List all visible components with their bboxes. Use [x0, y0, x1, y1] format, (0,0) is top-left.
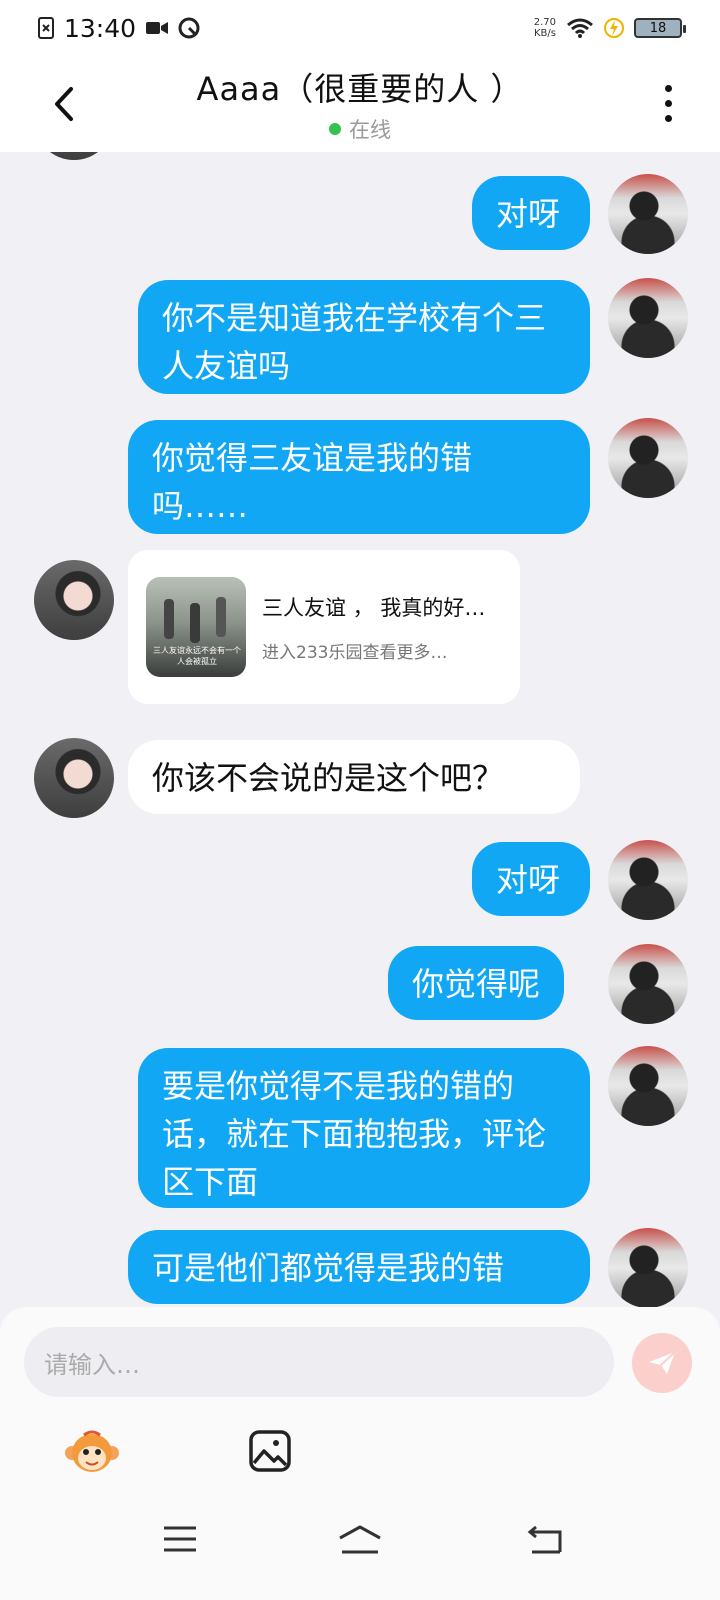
card-title: 三人友谊 ， 我真的好…: [262, 595, 486, 620]
message-bubble[interactable]: 你不是知道我在学校有个三人友谊吗: [138, 280, 590, 394]
avatar[interactable]: [608, 944, 688, 1024]
send-button[interactable]: [632, 1333, 692, 1393]
status-bar: 13:40 2.70 KB/s 18: [0, 0, 720, 56]
back-button[interactable]: [44, 82, 84, 126]
image-button[interactable]: [248, 1429, 292, 1473]
more-dot-icon: [664, 99, 672, 107]
avatar[interactable]: [608, 840, 688, 920]
more-dot-icon: [664, 114, 672, 122]
back-nav-button[interactable]: [524, 1524, 564, 1560]
wifi-icon: [567, 18, 593, 38]
paper-plane-icon: [649, 1351, 676, 1374]
message-bubble[interactable]: 要是你觉得不是我的错的话，就在下面抱抱我，评论区下面: [138, 1048, 590, 1208]
system-nav-bar: [0, 1484, 720, 1600]
more-dot-icon: [664, 84, 672, 92]
message-list[interactable]: 对呀 你不是知道我在学校有个三人友谊吗 你觉得三友谊是我的错吗…… 三人友谊永远…: [0, 152, 720, 1307]
message-bubble[interactable]: 对呀: [472, 176, 590, 250]
monkey-emoji-icon: [65, 1430, 119, 1472]
message-bubble[interactable]: 你该不会说的是这个吧？: [128, 740, 580, 814]
card-subtitle: 进入233乐园查看更多…: [262, 642, 448, 663]
message-bubble[interactable]: 你觉得呢: [388, 946, 564, 1020]
home-icon: [339, 1525, 381, 1554]
avatar[interactable]: [34, 560, 114, 640]
message-input[interactable]: 请输入…: [24, 1327, 614, 1397]
emoji-button[interactable]: [64, 1427, 120, 1477]
online-status: 在线: [197, 114, 524, 144]
avatar[interactable]: [34, 738, 114, 818]
more-options-button[interactable]: [656, 78, 680, 128]
message-bubble[interactable]: 对呀: [472, 842, 590, 916]
message-bubble[interactable]: 你觉得三友谊是我的错吗……: [128, 420, 590, 534]
app-notification-icon: [178, 17, 200, 39]
clock: 13:40: [64, 13, 137, 43]
image-icon: [249, 1430, 291, 1472]
back-arrow-icon: [527, 1525, 562, 1554]
avatar[interactable]: [608, 1228, 688, 1307]
video-recording-icon: [146, 22, 169, 34]
battery-icon: 18: [634, 18, 686, 38]
avatar[interactable]: [608, 418, 688, 498]
message-bubble[interactable]: 可是他们都觉得是我的错: [128, 1230, 590, 1304]
avatar[interactable]: [608, 174, 688, 254]
menu-icon: [164, 1526, 196, 1552]
contact-name: Aaaa（很重要的人 ）: [196, 70, 524, 108]
sim-error-icon: [38, 17, 54, 39]
charging-icon: [604, 18, 624, 38]
avatar[interactable]: [608, 1046, 688, 1126]
chevron-left-icon: [55, 87, 73, 121]
menu-button[interactable]: [160, 1524, 200, 1560]
avatar[interactable]: [608, 278, 688, 358]
home-button[interactable]: [336, 1524, 388, 1560]
avatar[interactable]: [34, 152, 114, 160]
card-thumbnail: 三人友谊永远不会有一个人会被孤立: [146, 577, 246, 677]
network-speed: 2.70 KB/s: [533, 17, 556, 39]
shared-link-card[interactable]: 三人友谊永远不会有一个人会被孤立 三人友谊 ， 我真的好… 进入233乐园查看更…: [128, 550, 520, 704]
online-dot-icon: [329, 123, 341, 135]
chat-header: Aaaa（很重要的人 ） 在线: [0, 56, 720, 152]
